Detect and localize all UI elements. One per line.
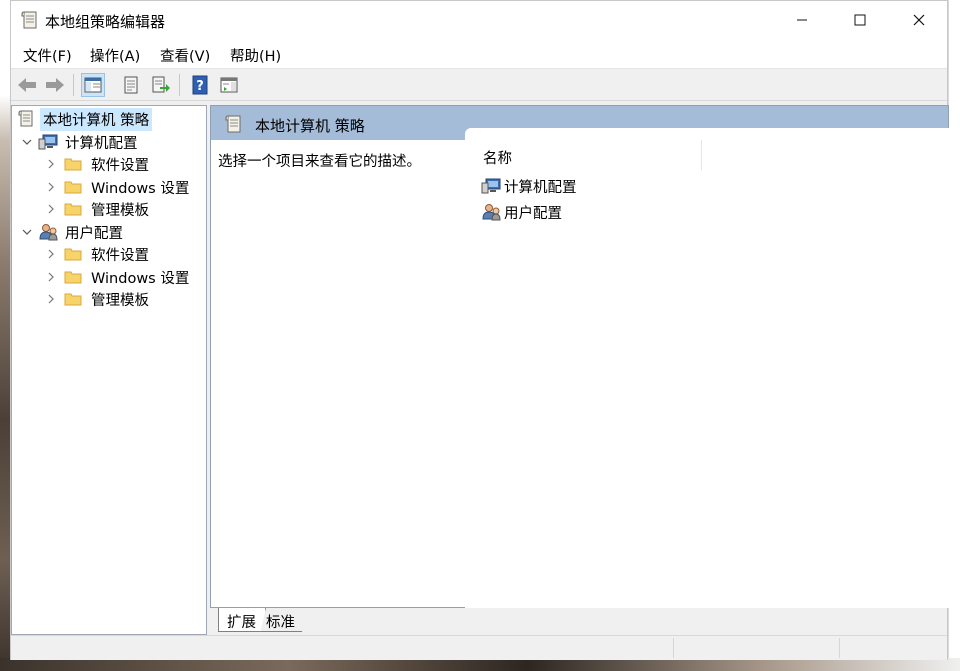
tab-standard[interactable]: 标准 <box>258 608 308 632</box>
minimize-icon <box>797 19 807 21</box>
chevron-down-icon[interactable] <box>22 227 32 237</box>
menu-help[interactable]: 帮助(H) <box>230 45 281 66</box>
list-item-user-configuration[interactable]: 用户配置 <box>481 201 562 223</box>
details-pane: 本地计算机 策略 选择一个项目来查看它的描述。 名称 计算机配置 用户配置 <box>210 105 950 608</box>
tree-node-label: Windows 设置 <box>91 270 190 287</box>
toolbar: ? <box>11 69 947 101</box>
item-list[interactable]: 名称 计算机配置 用户配置 <box>465 128 950 608</box>
menu-action[interactable]: 操作(A) <box>90 45 140 66</box>
tab-extended[interactable]: 扩展 <box>218 608 266 632</box>
tree-node-label: 管理模板 <box>91 292 149 309</box>
help-button[interactable]: ? <box>188 73 212 97</box>
export-list-icon <box>152 76 170 93</box>
back-icon <box>18 78 36 92</box>
computer-configuration-icon <box>481 178 501 194</box>
tree-node-label: 本地计算机 策略 <box>40 107 153 131</box>
status-bar <box>11 635 947 660</box>
view-tabs: 标准 扩展 <box>210 608 949 635</box>
tree-node-computer-admin-templates[interactable]: 管理模板 <box>46 198 152 220</box>
toolbar-separator <box>179 74 180 96</box>
close-icon <box>913 14 925 26</box>
group-policy-editor-window: 本地组策略编辑器 文件(F) 操作(A) 查看(V) 帮助(H) ? 本地计算机… <box>10 0 950 660</box>
tree-node-label: 软件设置 <box>91 247 149 264</box>
tree-node-user-windows-settings[interactable]: Windows 设置 <box>46 266 192 288</box>
tree-node-label: 用户配置 <box>65 225 123 242</box>
console-tree[interactable]: 本地计算机 策略 计算机配置 软件设置 Windows 设置 管理模板 用户配置… <box>11 105 207 635</box>
status-divider <box>839 638 840 658</box>
policy-document-icon <box>21 11 37 29</box>
properties-button[interactable] <box>119 73 143 97</box>
title-bar[interactable]: 本地组策略编辑器 <box>11 1 947 39</box>
back-button[interactable] <box>15 73 39 97</box>
chevron-right-icon[interactable] <box>46 272 56 282</box>
tree-node-computer-windows-settings[interactable]: Windows 设置 <box>46 176 192 198</box>
description-text: 选择一个项目来查看它的描述。 <box>218 154 421 170</box>
minimize-button[interactable] <box>773 1 831 39</box>
tab-label: 标准 <box>266 615 295 631</box>
chevron-right-icon[interactable] <box>46 182 56 192</box>
chevron-right-icon[interactable] <box>46 159 56 169</box>
list-item-label: 计算机配置 <box>504 179 577 196</box>
folder-icon <box>64 293 82 306</box>
tree-node-label: Windows 设置 <box>91 180 190 197</box>
show-hide-action-pane-button[interactable] <box>217 73 241 97</box>
close-button[interactable] <box>890 1 948 39</box>
tree-node-computer-software-settings[interactable]: 软件设置 <box>46 153 152 175</box>
menu-view[interactable]: 查看(V) <box>160 45 210 66</box>
menu-file[interactable]: 文件(F) <box>23 45 72 66</box>
folder-icon <box>64 181 82 194</box>
forward-icon <box>46 78 64 92</box>
show-hide-action-pane-icon <box>220 77 238 93</box>
details-header-title: 本地计算机 策略 <box>255 117 365 135</box>
window-title: 本地组策略编辑器 <box>45 13 166 31</box>
svg-text:?: ? <box>196 79 204 94</box>
policy-document-icon <box>18 110 33 127</box>
computer-configuration-icon <box>38 134 58 150</box>
maximize-icon <box>854 14 866 26</box>
tree-node-local-computer-policy[interactable]: 本地计算机 策略 <box>16 107 153 131</box>
folder-icon <box>64 203 82 216</box>
chevron-right-icon[interactable] <box>46 204 56 214</box>
properties-icon <box>124 76 138 94</box>
export-list-button[interactable] <box>149 73 173 97</box>
chevron-down-icon[interactable] <box>22 137 32 147</box>
tree-node-label: 计算机配置 <box>65 135 138 152</box>
tree-node-user-admin-templates[interactable]: 管理模板 <box>46 288 152 310</box>
list-item-label: 用户配置 <box>504 205 562 222</box>
show-hide-tree-button[interactable] <box>81 73 105 97</box>
maximize-button[interactable] <box>831 1 889 39</box>
folder-icon <box>64 248 82 261</box>
policy-document-icon <box>225 115 241 133</box>
tab-label: 扩展 <box>227 615 256 631</box>
toolbar-separator <box>73 74 74 96</box>
show-hide-tree-icon <box>84 77 102 93</box>
help-icon: ? <box>192 75 208 95</box>
tree-node-user-configuration[interactable]: 用户配置 <box>22 221 126 243</box>
forward-button[interactable] <box>43 73 67 97</box>
user-configuration-icon <box>482 204 501 221</box>
tree-node-computer-configuration[interactable]: 计算机配置 <box>22 131 141 153</box>
chevron-right-icon[interactable] <box>46 249 56 259</box>
folder-icon <box>64 158 82 171</box>
tree-node-user-software-settings[interactable]: 软件设置 <box>46 243 152 265</box>
list-item-computer-configuration[interactable]: 计算机配置 <box>481 175 577 197</box>
user-configuration-icon <box>39 224 58 241</box>
desktop-background-left <box>0 0 10 671</box>
column-separator[interactable] <box>701 140 702 170</box>
tree-node-label: 管理模板 <box>91 202 149 219</box>
chevron-right-icon[interactable] <box>46 294 56 304</box>
menu-bar: 文件(F) 操作(A) 查看(V) 帮助(H) <box>11 39 947 69</box>
folder-icon <box>64 271 82 284</box>
status-divider <box>673 638 674 658</box>
tree-node-label: 软件设置 <box>91 157 149 174</box>
column-header-name[interactable]: 名称 <box>483 147 512 168</box>
